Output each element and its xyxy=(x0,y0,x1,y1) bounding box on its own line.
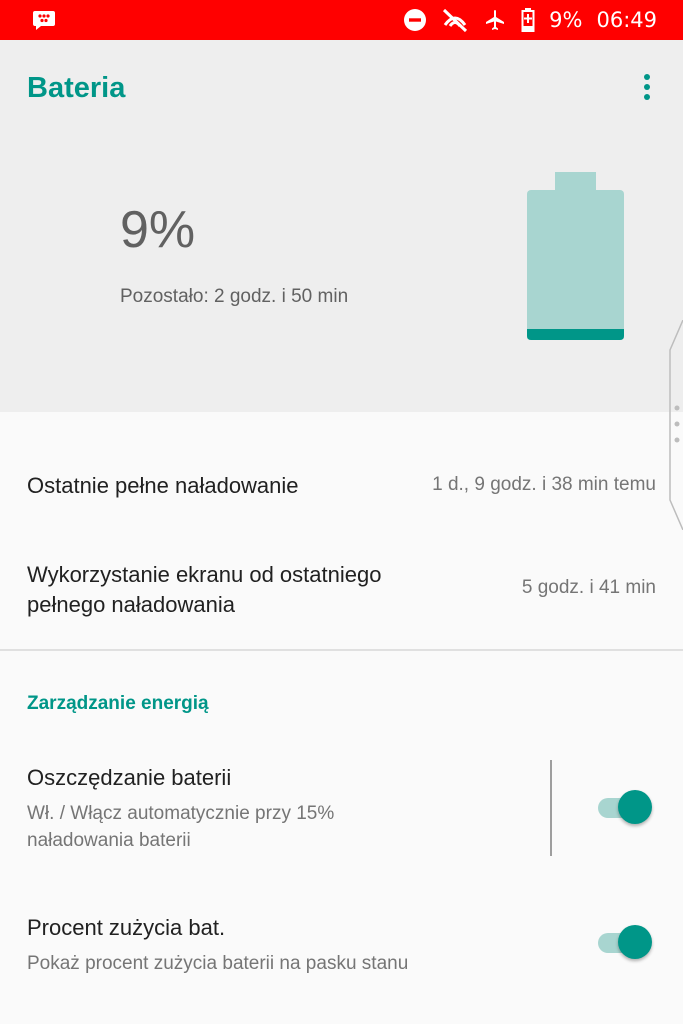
battery-percentage-title[interactable]: Procent zużycia bat. xyxy=(27,913,225,943)
screen-usage-label-line1: Wykorzystanie ekranu od ostatniego xyxy=(27,562,382,587)
power-management-header: Zarządzanie energią xyxy=(27,693,209,714)
last-full-charge-label: Ostatnie pełne naładowanie xyxy=(27,473,299,498)
bbm-icon xyxy=(32,9,56,31)
battery-saver-summary-line2: naładowania baterii xyxy=(27,830,191,851)
toggle-thumb xyxy=(618,925,652,959)
screen-usage-value: 5 godz. i 41 min xyxy=(521,577,656,598)
battery-percentage-toggle[interactable] xyxy=(598,925,654,961)
airplane-mode-icon xyxy=(483,8,507,32)
battery-saver-summary[interactable]: Wł. / Włącz automatycznie przy 15% naład… xyxy=(27,800,334,854)
battery-percentage-summary[interactable]: Pokaż procent zużycia baterii na pasku s… xyxy=(27,950,408,977)
more-options-icon[interactable] xyxy=(632,70,662,106)
section-divider xyxy=(0,649,683,651)
vertical-divider xyxy=(550,760,552,856)
screen-usage-label-line2: pełnego naładowania xyxy=(27,592,235,617)
battery-saver-summary-line1: Wł. / Włącz automatycznie przy 15% xyxy=(27,803,335,824)
status-time: 06:49 xyxy=(596,8,657,32)
status-bar: 9% 06:49 xyxy=(0,0,683,40)
do-not-disturb-icon xyxy=(403,8,427,32)
battery-saver-title[interactable]: Oszczędzanie baterii xyxy=(27,763,231,793)
toggle-thumb xyxy=(618,790,652,824)
last-full-charge-value: 1 d., 9 godz. i 38 min temu xyxy=(432,474,656,495)
battery-level-icon xyxy=(527,172,624,340)
battery-percent: 9% xyxy=(120,201,196,259)
battery-remaining-time: Pozostało: 2 godz. i 50 min xyxy=(120,286,349,307)
battery-saver-toggle[interactable] xyxy=(598,790,654,826)
no-signal-icon xyxy=(441,7,469,33)
screen-usage-label: Wykorzystanie ekranu od ostatniego pełne… xyxy=(27,560,381,620)
status-battery-percent: 9% xyxy=(549,8,583,32)
page-title: Bateria xyxy=(27,72,126,104)
battery-charging-icon xyxy=(521,8,535,32)
edge-panel-handle[interactable] xyxy=(668,319,683,531)
